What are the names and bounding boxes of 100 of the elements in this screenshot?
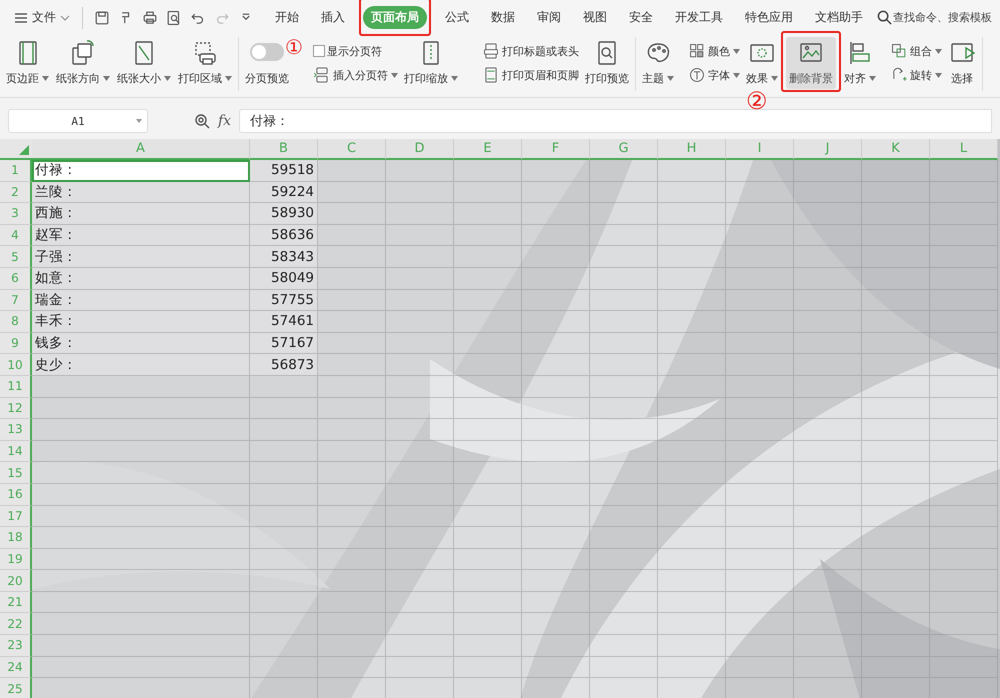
ribbon-button[interactable]: 打印页眉和页脚	[480, 65, 581, 85]
column-header[interactable]: E	[454, 139, 522, 160]
row-number[interactable]: 10	[0, 354, 32, 376]
column-header[interactable]: G	[590, 139, 658, 160]
ribbon-tab[interactable]: 特色应用	[737, 6, 801, 29]
ribbon-tab[interactable]: 页面布局	[363, 6, 427, 29]
ribbon-button[interactable]: 打印标题或表头	[480, 41, 581, 61]
table-cell	[386, 592, 454, 614]
table-cell: 钱多：	[32, 332, 250, 354]
search-field[interactable]: 查找命令、搜索模板	[877, 10, 992, 25]
row-number[interactable]: 5	[0, 246, 32, 268]
ribbon-button[interactable]: 字体	[686, 65, 742, 85]
table-cell	[590, 376, 658, 398]
row-number[interactable]: 18	[0, 527, 32, 549]
ribbon-tab[interactable]: 开发工具	[667, 6, 731, 29]
name-box[interactable]: A1	[8, 109, 148, 133]
row-number[interactable]: 14	[0, 440, 32, 462]
table-cell	[930, 332, 998, 354]
table-cell	[318, 311, 386, 333]
row-number[interactable]: 24	[0, 656, 32, 678]
row-number[interactable]: 20	[0, 570, 32, 592]
ribbon-button[interactable]: 颜色	[686, 41, 742, 61]
table-cell	[386, 419, 454, 441]
row-number[interactable]: 19	[0, 548, 32, 570]
row-number[interactable]: 9	[0, 332, 32, 354]
ribbon-tab[interactable]: 视图	[575, 6, 615, 29]
ribbon-button[interactable]: 显示分页符	[311, 41, 400, 61]
ribbon-button[interactable]: 选择	[945, 37, 979, 89]
column-header[interactable]: A	[32, 139, 250, 160]
table-cell	[794, 203, 862, 225]
row-number[interactable]: 2	[0, 182, 32, 204]
table-cell	[454, 290, 522, 312]
zoom-icon[interactable]	[194, 113, 210, 129]
ribbon-tab[interactable]: 数据	[483, 6, 523, 29]
ribbon-button[interactable]: 打印缩放	[401, 37, 461, 89]
column-header[interactable]: B	[250, 139, 318, 160]
ribbon-button[interactable]: 对齐	[841, 37, 879, 89]
table-cell	[522, 570, 590, 592]
table-cell	[522, 506, 590, 528]
ribbon-tab[interactable]: 开始	[267, 6, 307, 29]
column-header[interactable]: F	[522, 139, 590, 160]
ribbon-button[interactable]: 纸张大小	[114, 37, 174, 89]
function-button[interactable]: fx	[218, 113, 232, 129]
row-number[interactable]: 16	[0, 484, 32, 506]
row-number[interactable]: 21	[0, 592, 32, 614]
row-number[interactable]: 8	[0, 311, 32, 333]
ribbon-button[interactable]: 插入分页符	[311, 65, 400, 85]
table-cell	[862, 506, 930, 528]
table-cell	[590, 440, 658, 462]
row-number[interactable]: 7	[0, 290, 32, 312]
table-cell	[930, 440, 998, 462]
table-cell	[726, 203, 794, 225]
row-number[interactable]: 11	[0, 376, 32, 398]
ribbon-tab[interactable]: 审阅	[529, 6, 569, 29]
table-cell	[726, 635, 794, 657]
caret-icon[interactable]	[136, 119, 142, 123]
ribbon-button[interactable]: 效果	[743, 37, 781, 89]
ribbon-button[interactable]: 删除背景	[786, 37, 836, 89]
ribbon-button[interactable]: 纸张方向	[53, 37, 113, 89]
table-cell	[318, 376, 386, 398]
checkbox[interactable]	[313, 45, 325, 57]
column-header[interactable]: J	[794, 139, 862, 160]
table-cell: 付禄：	[32, 160, 250, 182]
ribbon-button[interactable]: 旋转	[888, 65, 944, 85]
ribbon-button[interactable]: 打印预览	[582, 37, 632, 89]
row-number[interactable]: 22	[0, 613, 32, 636]
ribbon-tab[interactable]: 文档助手	[807, 6, 871, 29]
table-cell	[658, 548, 726, 570]
ribbon-button[interactable]: 主题	[639, 37, 677, 89]
row-number[interactable]: 6	[0, 268, 32, 290]
ribbon-tab[interactable]: 插入	[313, 6, 353, 29]
row-number[interactable]: 17	[0, 506, 32, 528]
table-cell	[862, 290, 930, 312]
row-number[interactable]: 23	[0, 635, 32, 657]
table-cell: 西施：	[32, 203, 250, 225]
ribbon-button[interactable]: 打印区域	[175, 37, 235, 89]
table-cell	[658, 440, 726, 462]
column-header[interactable]: L	[930, 139, 998, 160]
row-number[interactable]: 12	[0, 398, 32, 420]
row-number[interactable]: 3	[0, 203, 32, 225]
column-header[interactable]: C	[318, 139, 386, 160]
column-header[interactable]: I	[726, 139, 794, 160]
table-cell	[386, 548, 454, 570]
column-header[interactable]: D	[386, 139, 454, 160]
row-number[interactable]: 1	[0, 160, 32, 182]
row-number[interactable]: 4	[0, 224, 32, 246]
ribbon-tab[interactable]: 公式	[437, 6, 477, 29]
ribbon-button[interactable]: 组合	[888, 41, 944, 61]
row-number[interactable]: 15	[0, 462, 32, 484]
ribbon-button[interactable]: 页边距	[3, 37, 52, 89]
row-number[interactable]: 13	[0, 419, 32, 441]
file-menu[interactable]: 文件	[10, 7, 74, 28]
table-cell: 58636	[250, 224, 318, 246]
column-header[interactable]: K	[862, 139, 930, 160]
formula-input[interactable]: 付禄：	[239, 109, 992, 133]
column-header[interactable]: H	[658, 139, 726, 160]
ribbon-tab[interactable]: 安全	[621, 6, 661, 29]
row-number[interactable]: 25	[0, 678, 32, 698]
toggle-switch[interactable]	[250, 43, 284, 61]
table-cell	[522, 376, 590, 398]
